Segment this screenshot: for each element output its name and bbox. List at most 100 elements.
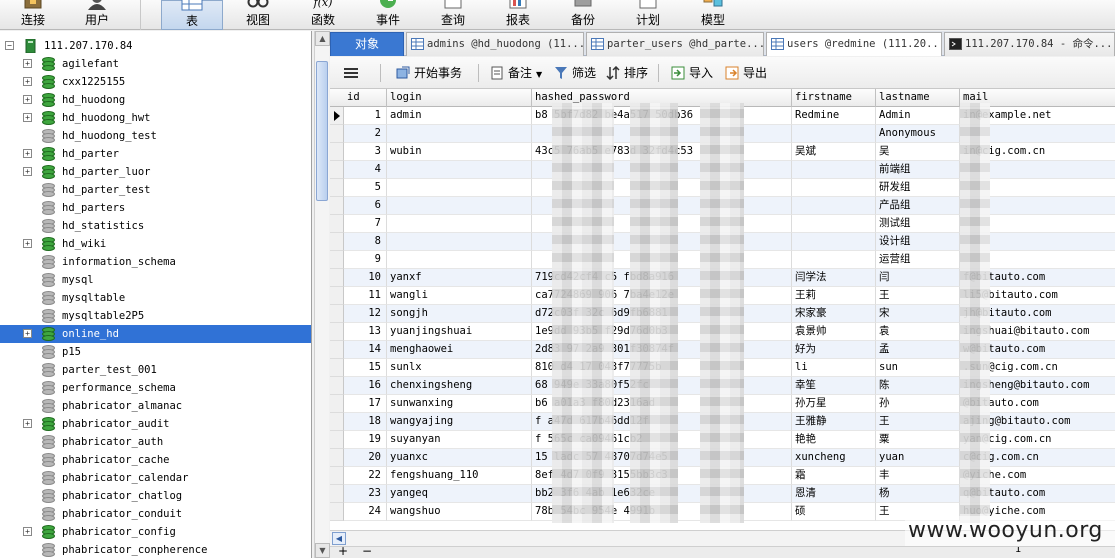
cell-firstname[interactable]: 好为 bbox=[792, 341, 876, 359]
cell-login[interactable]: chenxingsheng bbox=[387, 377, 532, 395]
cell-id[interactable]: 11 bbox=[344, 287, 387, 305]
table-button[interactable]: 表 bbox=[161, 0, 223, 30]
database-node[interactable]: hd_huodong_test bbox=[0, 127, 311, 145]
tab-admins[interactable]: admins @hd_huodong (11... bbox=[406, 32, 584, 56]
cell-login[interactable]: yuanxc bbox=[387, 449, 532, 467]
cell-login[interactable] bbox=[387, 233, 532, 251]
cell-login[interactable]: sunlx bbox=[387, 359, 532, 377]
database-node[interactable]: + hd_wiki bbox=[0, 235, 311, 253]
cell-firstname[interactable] bbox=[792, 179, 876, 197]
row-selector[interactable] bbox=[330, 341, 344, 359]
cell-firstname[interactable]: 袁景帅 bbox=[792, 323, 876, 341]
tab-objects[interactable]: 对象 bbox=[330, 32, 404, 56]
column-header-id[interactable]: id bbox=[344, 89, 387, 107]
cell-lastname[interactable]: 陈 bbox=[876, 377, 960, 395]
database-node[interactable]: + hd_parter bbox=[0, 145, 311, 163]
row-selector[interactable] bbox=[330, 197, 344, 215]
cell-id[interactable]: 20 bbox=[344, 449, 387, 467]
row-selector[interactable] bbox=[330, 251, 344, 269]
row-selector[interactable] bbox=[330, 179, 344, 197]
database-node[interactable]: hd_statistics bbox=[0, 217, 311, 235]
cell-id[interactable]: 17 bbox=[344, 395, 387, 413]
cell-firstname[interactable] bbox=[792, 215, 876, 233]
cell-firstname[interactable]: 孙万星 bbox=[792, 395, 876, 413]
cell-lastname[interactable]: 测试组 bbox=[876, 215, 960, 233]
row-selector[interactable] bbox=[330, 215, 344, 233]
database-node[interactable]: phabricator_conduit bbox=[0, 505, 311, 523]
cell-login[interactable]: yuanjingshuai bbox=[387, 323, 532, 341]
database-node[interactable]: phabricator_conpherence bbox=[0, 541, 311, 558]
cell-id[interactable]: 4 bbox=[344, 161, 387, 179]
cell-firstname[interactable] bbox=[792, 197, 876, 215]
tab-console[interactable]: 111.207.170.84 - 命令... bbox=[944, 32, 1115, 56]
export-button[interactable]: 导出 bbox=[725, 64, 767, 82]
tab-parter-users[interactable]: parter_users @hd_parte... bbox=[586, 32, 764, 56]
database-node[interactable]: phabricator_auth bbox=[0, 433, 311, 451]
expand-toggle[interactable]: + bbox=[23, 239, 32, 248]
cell-login[interactable]: yangeq bbox=[387, 485, 532, 503]
database-node[interactable]: mysqltable bbox=[0, 289, 311, 307]
cell-id[interactable]: 12 bbox=[344, 305, 387, 323]
user-button[interactable]: 用户 bbox=[66, 0, 128, 30]
cell-lastname[interactable]: 孟 bbox=[876, 341, 960, 359]
memo-button[interactable]: 备注 ▼ bbox=[490, 64, 542, 82]
cell-firstname[interactable]: 艳艳 bbox=[792, 431, 876, 449]
expand-toggle[interactable]: + bbox=[23, 329, 32, 338]
cell-id[interactable]: 22 bbox=[344, 467, 387, 485]
expand-toggle[interactable]: + bbox=[23, 527, 32, 536]
database-node[interactable]: phabricator_chatlog bbox=[0, 487, 311, 505]
row-selector[interactable] bbox=[330, 233, 344, 251]
database-node[interactable]: + hd_parter_luor bbox=[0, 163, 311, 181]
sort-button[interactable]: 排序 bbox=[606, 64, 648, 82]
cell-login[interactable] bbox=[387, 251, 532, 269]
expand-toggle[interactable]: + bbox=[23, 113, 32, 122]
cell-lastname[interactable]: 吴 bbox=[876, 143, 960, 161]
database-node[interactable]: mysqltable2P5 bbox=[0, 307, 311, 325]
database-node[interactable]: parter_test_001 bbox=[0, 361, 311, 379]
cell-login[interactable]: admin bbox=[387, 107, 532, 125]
expand-toggle[interactable]: + bbox=[23, 95, 32, 104]
database-node[interactable]: p15 bbox=[0, 343, 311, 361]
add-record-icon[interactable]: + bbox=[338, 547, 348, 558]
cell-firstname[interactable]: 闫学法 bbox=[792, 269, 876, 287]
function-button[interactable]: f(x) 函数 bbox=[292, 0, 354, 30]
cell-login[interactable] bbox=[387, 161, 532, 179]
cell-id[interactable]: 5 bbox=[344, 179, 387, 197]
row-selector[interactable] bbox=[330, 305, 344, 323]
row-selector[interactable] bbox=[330, 485, 344, 503]
chevron-down-icon[interactable]: ▼ bbox=[536, 70, 542, 79]
scroll-down-arrow-icon[interactable]: ▼ bbox=[315, 543, 330, 558]
cell-firstname[interactable]: 王莉 bbox=[792, 287, 876, 305]
cell-firstname[interactable]: li bbox=[792, 359, 876, 377]
cell-id[interactable]: 6 bbox=[344, 197, 387, 215]
database-node[interactable]: + online_hd bbox=[0, 325, 311, 343]
scroll-up-arrow-icon[interactable]: ▲ bbox=[315, 31, 330, 46]
filter-button[interactable]: 筛选 bbox=[554, 64, 596, 82]
cell-firstname[interactable]: 恩清 bbox=[792, 485, 876, 503]
cell-lastname[interactable]: Anonymous bbox=[876, 125, 960, 143]
row-selector[interactable] bbox=[330, 269, 344, 287]
row-selector[interactable] bbox=[330, 143, 344, 161]
cell-login[interactable]: fengshuang_110 bbox=[387, 467, 532, 485]
cell-id[interactable]: 2 bbox=[344, 125, 387, 143]
cell-lastname[interactable]: 产品组 bbox=[876, 197, 960, 215]
cell-id[interactable]: 8 bbox=[344, 233, 387, 251]
cell-login[interactable]: songjh bbox=[387, 305, 532, 323]
connect-button[interactable]: 连接 bbox=[2, 0, 64, 30]
tab-users-redmine[interactable]: users @redmine (111.20... bbox=[766, 32, 942, 56]
cell-id[interactable]: 15 bbox=[344, 359, 387, 377]
cell-login[interactable]: wangshuo bbox=[387, 503, 532, 521]
cell-firstname[interactable] bbox=[792, 251, 876, 269]
connection-node[interactable]: − 111.207.170.84 bbox=[0, 37, 311, 55]
cell-id[interactable]: 1 bbox=[344, 107, 387, 125]
cell-login[interactable]: wangli bbox=[387, 287, 532, 305]
cell-login[interactable]: menghaowei bbox=[387, 341, 532, 359]
row-selector[interactable] bbox=[330, 467, 344, 485]
row-selector[interactable] bbox=[330, 503, 344, 521]
expand-toggle[interactable]: + bbox=[23, 419, 32, 428]
cell-id[interactable]: 23 bbox=[344, 485, 387, 503]
cell-id[interactable]: 7 bbox=[344, 215, 387, 233]
cell-login[interactable] bbox=[387, 215, 532, 233]
cell-lastname[interactable]: sun bbox=[876, 359, 960, 377]
schedule-button[interactable]: 计划 bbox=[617, 0, 679, 30]
